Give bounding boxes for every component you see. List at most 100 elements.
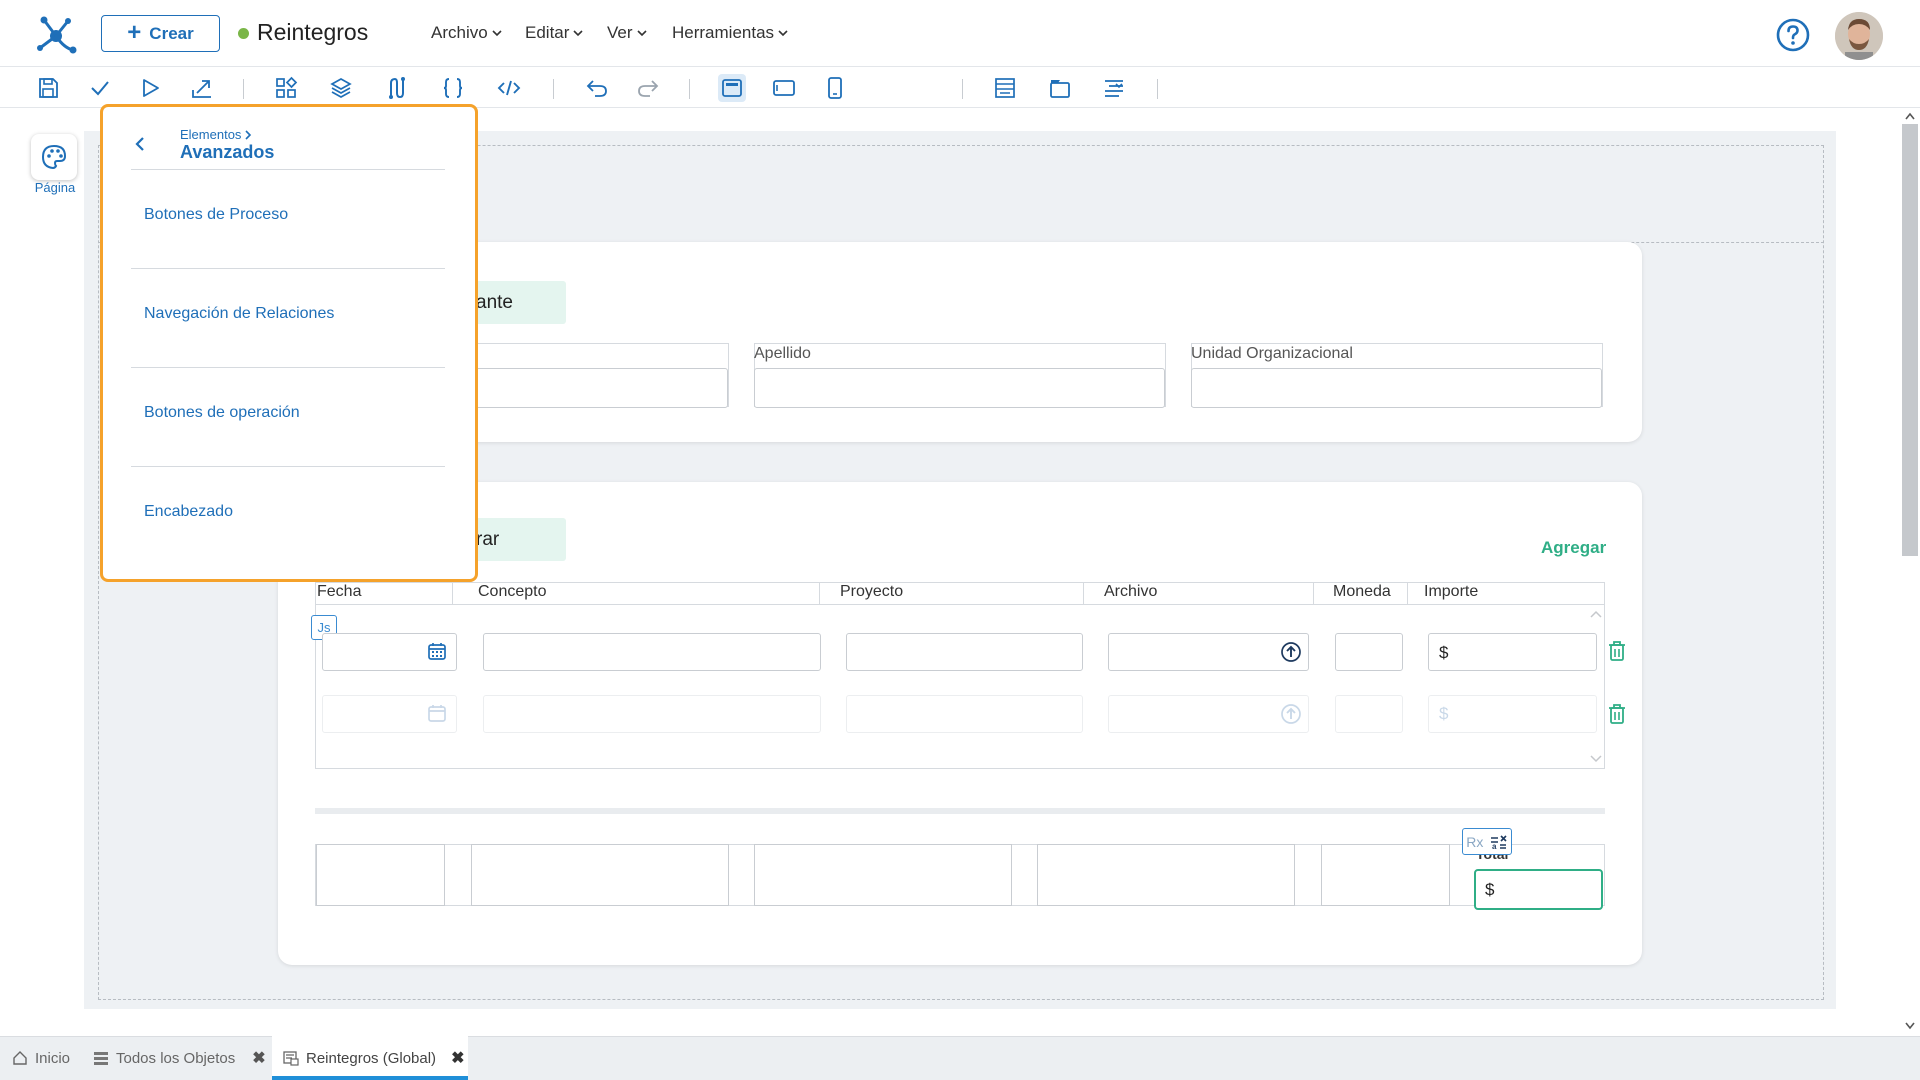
tabs-icon[interactable] [1046,74,1074,102]
avatar[interactable] [1835,12,1883,60]
layout-icon[interactable] [991,74,1019,102]
tablet-view-icon[interactable] [770,74,798,102]
rule-badge[interactable]: Rx a [1462,828,1512,855]
archivo-cell[interactable] [1108,633,1309,671]
tab-inicio[interactable]: Inicio [12,1036,70,1080]
currency-symbol: $ [1439,643,1449,662]
page-style-button[interactable] [31,134,77,180]
code-icon[interactable] [495,74,523,102]
components-icon[interactable] [272,74,300,102]
trash-icon[interactable] [1607,703,1627,725]
total-value: $ [1485,880,1495,899]
apellido-field[interactable] [754,368,1165,408]
save-icon[interactable] [34,74,62,102]
grid-header-divider [315,604,1605,605]
play-icon[interactable] [136,74,164,102]
element-item-process-buttons[interactable]: Botones de Proceso [131,170,445,269]
list-icon [94,1052,108,1065]
undo-icon[interactable] [583,74,611,102]
total-cell[interactable] [1321,844,1450,906]
column-header-moneda[interactable]: Moneda [1333,583,1391,601]
menu-editar-label: Editar [525,23,570,42]
importe-cell[interactable] [1428,695,1597,733]
importe-cell[interactable] [1428,633,1597,671]
element-item-operation-buttons[interactable]: Botones de operación [131,368,445,467]
add-row-link[interactable]: Agregar [1541,538,1606,558]
menu-ver[interactable]: Ver [607,23,647,43]
column-divider [452,583,453,604]
rule-badge-label: Rx [1466,833,1484,850]
total-cell[interactable] [1037,844,1295,906]
toolbar-divider [689,79,690,99]
concepto-cell[interactable] [483,633,821,671]
menu-archivo[interactable]: Archivo [431,23,502,43]
calendar-icon[interactable] [427,641,447,661]
flow-icon[interactable] [383,74,411,102]
column-header-proyecto[interactable]: Proyecto [840,583,903,601]
user-avatar-icon [1835,12,1883,60]
menu-ver-label: Ver [607,23,633,42]
element-item-relation-navigation[interactable]: Navegación de Relaciones [131,269,445,368]
column-header-importe[interactable]: Importe [1424,583,1478,601]
menu-herramientas-label: Herramientas [672,23,775,42]
scrollbar-thumb[interactable] [1902,124,1918,556]
unidad-organizacional-field[interactable] [1191,368,1602,408]
tab-reintegros-global[interactable]: Reintegros (Global) ✖ [283,1036,464,1080]
mobile-view-icon[interactable] [821,74,849,102]
column-header-fecha[interactable]: Fecha [317,583,361,601]
total-cell[interactable] [316,844,445,906]
page-style-label: Página [34,180,76,195]
moneda-cell[interactable] [1335,695,1403,733]
menu-herramientas[interactable]: Herramientas [672,23,788,43]
layers-icon[interactable] [327,74,355,102]
grid-scroll-up-icon[interactable] [1590,610,1602,618]
currency-symbol: $ [1439,704,1449,723]
back-arrow-icon[interactable] [131,135,149,153]
close-icon[interactable]: ✖ [252,1048,265,1068]
proyecto-cell[interactable] [846,633,1083,671]
unidad-organizacional-label: Unidad Organizacional [1191,345,1353,362]
breadcrumb-elementos: Elementos [180,127,242,142]
redo-icon[interactable] [634,74,662,102]
element-item-label: Botones de operación [144,404,300,421]
desktop-view-icon[interactable] [718,74,746,102]
chevron-down-icon [778,30,788,37]
element-item-header[interactable]: Encabezado [131,467,445,566]
menu-editar[interactable]: Editar [525,23,583,43]
total-cell[interactable] [754,844,1012,906]
column-header-archivo[interactable]: Archivo [1104,583,1157,601]
archivo-cell[interactable] [1108,695,1309,733]
check-icon[interactable] [86,74,114,102]
export-icon[interactable] [188,74,216,102]
elements-popup: Elementos Avanzados Botones de Proceso N… [100,104,478,582]
chevron-right-icon [245,129,252,140]
trash-icon[interactable] [1607,640,1627,662]
name-field[interactable] [473,368,728,408]
upload-icon[interactable] [1280,641,1302,663]
concepto-cell[interactable] [483,695,821,733]
moneda-cell[interactable] [1335,633,1403,671]
scroll-down-arrow-icon[interactable] [1905,1022,1915,1030]
total-cell[interactable] [471,844,729,906]
breadcrumb[interactable]: Elementos [180,127,252,142]
upload-icon[interactable] [1280,703,1302,725]
element-item-label: Navegación de Relaciones [144,305,335,322]
svg-text:a: a [1492,842,1497,850]
create-button[interactable]: + Crear [101,15,220,52]
help-icon[interactable] [1776,18,1810,52]
column-header-concepto[interactable]: Concepto [478,583,547,601]
toolbar-divider [243,79,244,99]
tab-todos-los-objetos[interactable]: Todos los Objetos ✖ [93,1036,266,1080]
totals-divider [315,808,1605,814]
calendar-icon[interactable] [427,703,447,723]
proyecto-cell[interactable] [846,695,1083,733]
braces-icon[interactable] [439,74,467,102]
grid-scroll-down-icon[interactable] [1590,755,1602,763]
column-divider [1313,583,1314,604]
close-icon[interactable]: ✖ [451,1048,464,1068]
scroll-up-arrow-icon[interactable] [1905,112,1915,120]
menu-archivo-label: Archivo [431,23,488,42]
app-logo-icon[interactable] [34,12,78,56]
toolbar-settings-icon[interactable] [1100,74,1128,102]
tab-reintegros-label: Reintegros (Global) [306,1049,437,1067]
